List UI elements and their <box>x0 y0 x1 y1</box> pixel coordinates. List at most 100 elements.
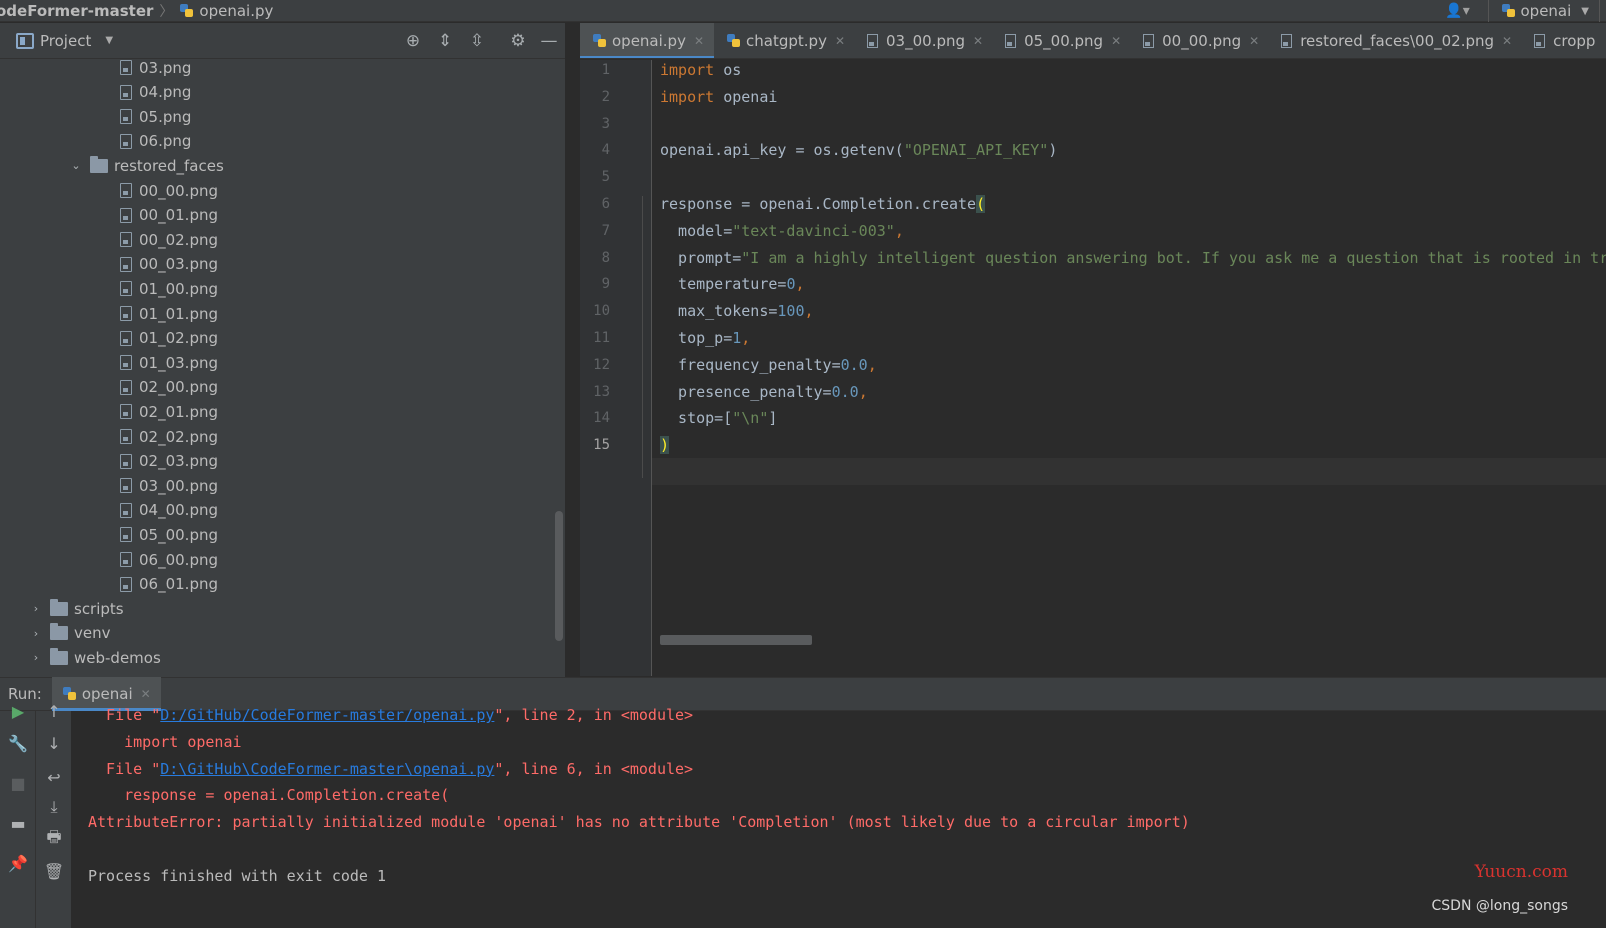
rerun-icon[interactable]: ▶ <box>6 699 30 723</box>
arrow-down-icon[interactable]: ↓ <box>42 731 66 755</box>
user-account-icon[interactable]: 👤▾ <box>1438 0 1478 22</box>
image-file-icon <box>120 256 132 272</box>
image-file-icon <box>120 552 132 567</box>
tree-file[interactable]: 05_00.png <box>120 522 218 547</box>
tree-item-label: 04_00.png <box>139 501 218 520</box>
tree-file[interactable]: 06_01.png <box>120 572 218 597</box>
image-file-icon <box>1143 34 1155 48</box>
editor-tab-label: restored_faces\00_02.png <box>1300 32 1495 50</box>
editor-tab-label: 05_00.png <box>1024 32 1104 50</box>
tree-file[interactable]: 05.png <box>120 104 191 129</box>
line-number: 11 <box>593 330 610 346</box>
code-line: top_p=1, <box>660 325 750 352</box>
close-icon[interactable]: ✕ <box>141 687 151 701</box>
close-icon[interactable]: ✕ <box>694 34 704 48</box>
tree-file[interactable]: 01_01.png <box>120 301 218 326</box>
editor-tab[interactable]: openai.py ✕ <box>580 23 715 58</box>
code-token: response = openai.Completion.create <box>660 195 977 213</box>
code-token: import <box>660 87 715 106</box>
project-view-selector[interactable]: Project <box>40 32 91 50</box>
tree-folder[interactable]: ⌄ restored_faces <box>68 153 224 178</box>
breadcrumb-file[interactable]: openai.py <box>179 0 273 22</box>
code-token: "\n" <box>732 409 769 428</box>
collapse-all-icon[interactable]: ⇳ <box>465 29 489 53</box>
code-line: import openai <box>660 84 777 111</box>
tree-item-label: scripts <box>74 599 124 618</box>
code-token: , <box>858 382 868 401</box>
image-file-icon <box>867 34 879 48</box>
folder-icon <box>50 598 68 616</box>
tree-file[interactable]: 02_03.png <box>120 449 218 474</box>
tree-file[interactable]: 01_00.png <box>120 276 218 301</box>
tree-file[interactable]: 00_01.png <box>120 203 218 228</box>
tree-file[interactable]: 01_02.png <box>120 326 218 351</box>
project-tool-window: Project ▼ ⊕ ⇕ ⇳ ⚙ — 03.png 04.png 05.png 06… <box>0 23 566 677</box>
trash-icon[interactable]: 🗑 <box>42 859 66 883</box>
stop-icon[interactable]: ■ <box>6 771 30 795</box>
chevron-down-icon[interactable]: ▼ <box>105 35 113 46</box>
pin-icon[interactable]: 📌 <box>6 851 30 875</box>
tree-file[interactable]: 06.png <box>120 129 191 154</box>
hide-panel-icon[interactable]: — <box>537 29 561 53</box>
chevron-right-icon[interactable]: › <box>28 602 44 615</box>
tree-file[interactable]: 02_01.png <box>120 399 218 424</box>
watermark-author: CSDN @long_songs <box>1431 898 1569 914</box>
tree-file[interactable]: 00_00.png <box>120 178 218 203</box>
locate-file-icon[interactable]: ⊕ <box>401 29 425 53</box>
code-token: 0.0 <box>831 382 859 401</box>
tree-file[interactable]: 04.png <box>120 80 191 105</box>
tree-file[interactable]: 00_03.png <box>120 252 218 277</box>
tree-file[interactable]: 00_02.png <box>120 227 218 252</box>
editor-tab[interactable]: chatgpt.py ✕ <box>714 23 855 58</box>
code-token: ] <box>768 409 778 428</box>
close-icon[interactable]: ✕ <box>835 34 845 48</box>
tree-file[interactable]: 02_02.png <box>120 424 218 449</box>
code-editor[interactable]: 1 2 3 4 5 6 7 8 9 10 11 12 13 14 15 import os import op… <box>580 60 1606 676</box>
code-token: presence_penalty= <box>660 382 832 401</box>
chevron-right-icon[interactable]: › <box>28 651 44 664</box>
arrow-up-icon[interactable]: ↑ <box>42 699 66 723</box>
breadcrumb-project[interactable]: odeFormer-master <box>0 0 153 22</box>
code-content[interactable]: import os import openai openai.api_key = o… <box>660 60 1606 676</box>
image-file-icon <box>120 232 132 248</box>
soft-wrap-icon[interactable]: ↩ <box>42 765 66 789</box>
chevron-right-icon[interactable]: › <box>28 627 44 640</box>
tree-file[interactable]: 04_00.png <box>120 498 218 523</box>
layout-icon[interactable]: ▬ <box>6 811 30 835</box>
tree-folder[interactable]: › venv <box>28 621 111 646</box>
close-icon[interactable]: ✕ <box>1111 34 1121 48</box>
gear-icon[interactable]: ⚙ <box>506 29 530 53</box>
editor-tab[interactable]: 03_00.png ✕ <box>855 23 993 58</box>
editor-tab[interactable]: restored_faces\00_02.png ✕ <box>1269 23 1522 58</box>
tree-file[interactable]: 06_00.png <box>120 547 218 572</box>
file-link[interactable]: D:/GitHub/CodeFormer-master/openai.py <box>160 706 494 724</box>
expand-all-icon[interactable]: ⇕ <box>433 29 457 53</box>
editor-tab[interactable]: 00_00.png ✕ <box>1131 23 1269 58</box>
close-icon[interactable]: ✕ <box>1249 34 1259 48</box>
tree-folder[interactable]: › scripts <box>28 596 124 621</box>
tree-file[interactable]: 03.png <box>120 59 191 80</box>
console-line: Process finished with exit code 1 <box>88 863 386 890</box>
project-tree-scrollbar[interactable] <box>555 511 563 641</box>
file-link[interactable]: D:\GitHub\CodeFormer-master\openai.py <box>160 760 494 778</box>
folder-icon <box>50 623 68 641</box>
tree-file[interactable]: 03_00.png <box>120 473 218 498</box>
run-configuration-select[interactable]: openai ▼ <box>1487 0 1600 22</box>
code-token: import <box>660 61 715 79</box>
tree-file[interactable]: 02_00.png <box>120 375 218 400</box>
editor-tab[interactable]: 05_00.png ✕ <box>993 23 1131 58</box>
print-icon[interactable]: 🖶 <box>42 827 66 851</box>
wrench-icon[interactable]: 🔧 <box>6 731 30 755</box>
close-icon[interactable]: ✕ <box>973 34 983 48</box>
editor-tab[interactable]: cropp <box>1522 23 1605 58</box>
run-console-output[interactable]: File " D:/GitHub/CodeFormer-master/openai… <box>72 706 1606 928</box>
console-text: File " <box>88 759 161 778</box>
tree-file[interactable]: 01_03.png <box>120 350 218 375</box>
chevron-down-icon[interactable]: ⌄ <box>68 159 84 172</box>
image-file-icon <box>120 109 132 125</box>
close-icon[interactable]: ✕ <box>1502 34 1512 48</box>
tree-folder[interactable]: › web-demos <box>28 645 161 670</box>
scroll-to-end-icon[interactable]: ⤓ <box>42 795 66 819</box>
editor-horizontal-scrollbar[interactable] <box>660 635 812 645</box>
code-token: frequency_penalty= <box>660 355 841 374</box>
